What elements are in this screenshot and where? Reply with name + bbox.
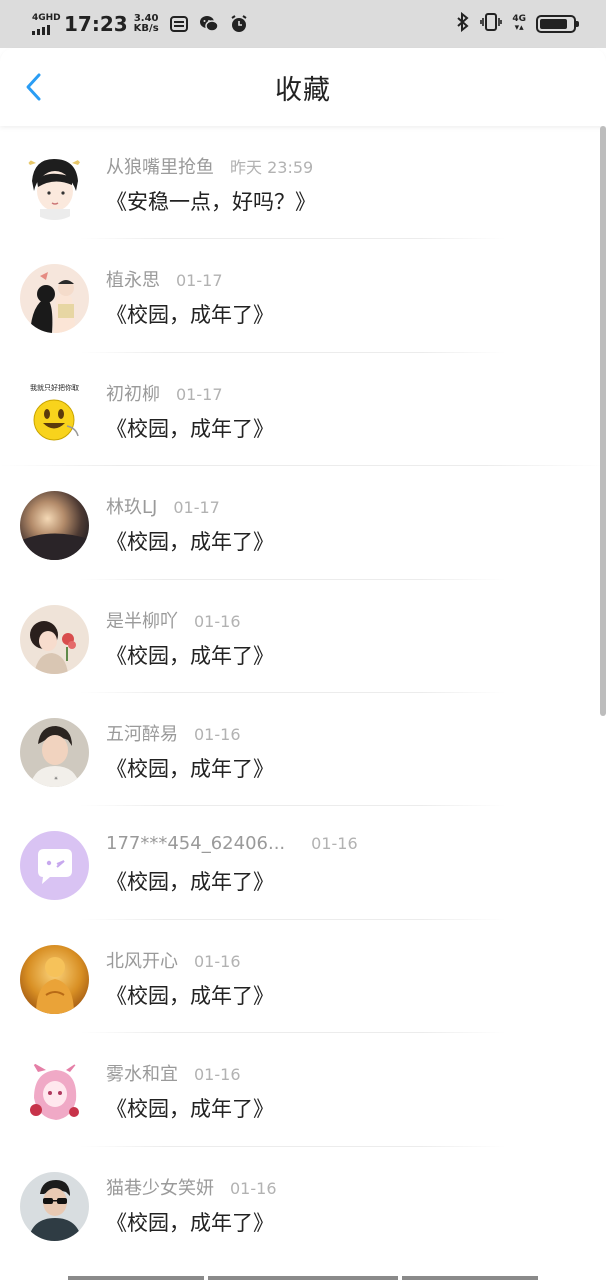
network-type-label: 4GHD: [32, 13, 61, 23]
smiley-emoji-avatar[interactable]: 我就只好把你取: [20, 377, 89, 447]
list-item[interactable]: ✳ 五河醉易 01-16 《校园，成年了》: [0, 693, 606, 807]
favorite-title[interactable]: 《校园，成年了》: [106, 1207, 274, 1237]
signal-bars-icon: [32, 25, 60, 35]
user-name[interactable]: 北风开心: [106, 947, 178, 973]
list-item[interactable]: 我就只好把你取 初初柳 01-17 《校园，成年了》: [0, 353, 606, 467]
timestamp: 01-16: [194, 1065, 241, 1085]
timestamp: 01-16: [194, 951, 241, 971]
back-button[interactable]: [18, 72, 48, 102]
network-speed: 3.40 KB/s: [134, 14, 159, 34]
nav-header: 收藏: [0, 48, 606, 126]
anime-fox-girl-avatar[interactable]: [20, 1058, 89, 1128]
favorite-title[interactable]: 《校园，成年了》: [106, 526, 274, 556]
timestamp: 01-16: [194, 611, 241, 631]
item-meta: 猫巷少女笑妍 01-16: [106, 1174, 277, 1200]
timestamp: 01-16: [311, 834, 358, 854]
timestamp: 01-17: [176, 271, 223, 291]
user-name[interactable]: 从狼嘴里抢鱼: [106, 153, 214, 179]
item-meta: 植永思 01-17: [106, 266, 223, 292]
favorites-list: 从狼嘴里抢鱼 昨天 23:59 《安稳一点，好吗？》 植永思 01-17 《校园…: [0, 126, 606, 1260]
item-meta: 初初柳 01-17: [106, 380, 223, 406]
user-name[interactable]: 雾水和宜: [106, 1060, 178, 1086]
timestamp: 01-16: [194, 724, 241, 744]
sim-card-icon: [169, 14, 189, 34]
cartoon-boy-avatar[interactable]: [20, 151, 89, 220]
mobile-data-indicator: 4G ▾▴: [512, 14, 526, 33]
timestamp: 01-16: [230, 1178, 277, 1198]
favorite-title[interactable]: 《校园，成年了》: [106, 640, 274, 670]
status-bar: 4GHD 17:23 3.40 KB/s 4G ▾▴: [0, 0, 606, 48]
bottom-tab-indicator: [208, 1276, 398, 1280]
user-name[interactable]: 是半柳吖: [106, 607, 178, 633]
favorite-title[interactable]: 《校园，成年了》: [106, 299, 274, 329]
user-name[interactable]: 植永思: [106, 266, 160, 292]
user-name[interactable]: 初初柳: [106, 380, 160, 406]
favorite-title[interactable]: 《校园，成年了》: [106, 1093, 274, 1123]
alarm-clock-icon: [229, 14, 249, 34]
item-meta: 从狼嘴里抢鱼 昨天 23:59: [106, 153, 313, 179]
svg-text:✳: ✳: [54, 776, 58, 782]
scrollbar[interactable]: [600, 126, 606, 716]
vibrate-icon: [480, 12, 503, 36]
network-speed-unit: KB/s: [133, 23, 159, 34]
favorite-title[interactable]: 《校园，成年了》: [106, 753, 274, 783]
bottom-tab-strip: [0, 1258, 606, 1280]
favorite-title[interactable]: 《校园，成年了》: [106, 980, 274, 1010]
item-meta: 五河醉易 01-16: [106, 720, 241, 746]
list-item[interactable]: 是半柳吖 01-16 《校园，成年了》: [0, 580, 606, 693]
user-name[interactable]: 177***454_62406...: [106, 833, 285, 854]
clock: 17:23: [64, 12, 128, 36]
timestamp: 昨天 23:59: [230, 158, 314, 177]
list-item[interactable]: 雾水和宜 01-16 《校园，成年了》: [0, 1033, 606, 1147]
favorite-title[interactable]: 《校园，成年了》: [106, 413, 274, 443]
bluetooth-icon: [456, 11, 470, 36]
list-item[interactable]: 林玖LJ 01-17 《校园，成年了》: [0, 466, 606, 580]
golden-buddha-avatar[interactable]: [20, 944, 89, 1014]
item-meta: 北风开心 01-16: [106, 947, 241, 973]
timestamp: 01-17: [176, 384, 223, 404]
default-chat-avatar[interactable]: [20, 831, 89, 901]
sunset-photo-avatar[interactable]: [20, 491, 89, 561]
page-title: 收藏: [275, 74, 331, 106]
list-item[interactable]: 从狼嘴里抢鱼 昨天 23:59 《安稳一点，好吗？》: [0, 126, 606, 240]
girl-with-flower-avatar[interactable]: [20, 604, 89, 674]
man-sunglasses-avatar[interactable]: [20, 1171, 89, 1241]
list-item[interactable]: 植永思 01-17 《校园，成年了》: [0, 239, 606, 353]
network-indicator: 4GHD: [32, 13, 61, 35]
list-item[interactable]: 猫巷少女笑妍 01-16 《校园，成年了》: [0, 1147, 606, 1260]
item-meta: 林玖LJ 01-17: [106, 493, 220, 519]
item-meta: 雾水和宜 01-16: [106, 1060, 241, 1086]
wechat-icon: [199, 14, 219, 34]
item-meta: 是半柳吖 01-16: [106, 607, 241, 633]
bottom-tab-indicator: [68, 1276, 204, 1280]
list-item[interactable]: 177***454_62406... 01-16 《校园，成年了》: [0, 806, 606, 920]
favorite-title[interactable]: 《安稳一点，好吗？》: [106, 186, 316, 216]
chevron-left-icon: [26, 73, 41, 101]
user-name[interactable]: 五河醉易: [106, 720, 178, 746]
timestamp: 01-17: [173, 498, 220, 518]
item-meta: 177***454_62406... 01-16: [106, 833, 358, 854]
user-name[interactable]: 林玖LJ: [106, 493, 157, 519]
couple-illustration-avatar[interactable]: [20, 264, 89, 334]
list-item[interactable]: 北风开心 01-16 《校园，成年了》: [0, 920, 606, 1034]
battery-icon: [536, 15, 579, 33]
favorite-title[interactable]: 《校园，成年了》: [106, 866, 274, 896]
bottom-tab-indicator: [402, 1276, 538, 1280]
avatar-caption: 我就只好把你取: [30, 383, 79, 392]
boy-photo-avatar[interactable]: ✳: [20, 717, 89, 787]
user-name[interactable]: 猫巷少女笑妍: [106, 1174, 214, 1200]
